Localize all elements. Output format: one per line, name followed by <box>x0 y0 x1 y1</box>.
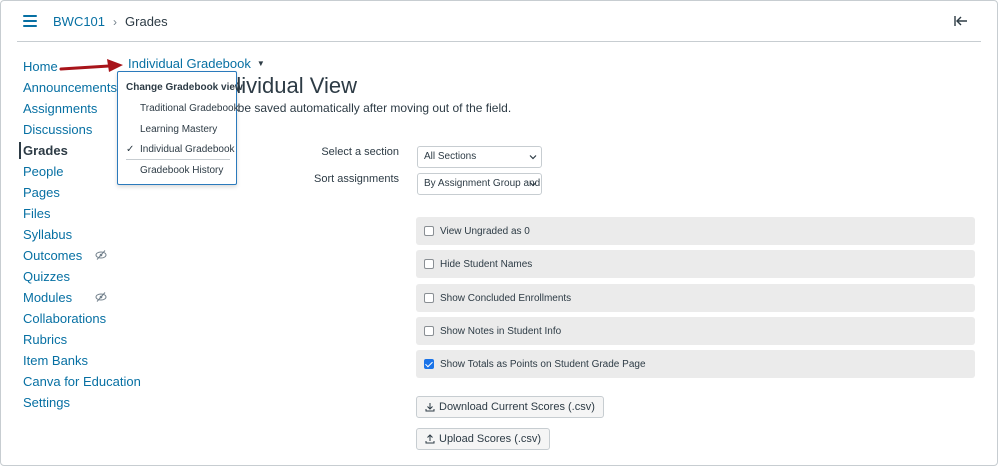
sidebar-item-label: Home <box>23 59 58 74</box>
upload-icon <box>425 434 435 444</box>
page-description-text: ll be saved automatically after moving o… <box>229 101 512 115</box>
dropdown-heading: Change Gradebook view <box>126 82 243 93</box>
collapse-panel-icon[interactable] <box>953 13 969 29</box>
sidebar-item-announcements[interactable]: Announcements <box>1 77 117 98</box>
sidebar-item-label: People <box>23 164 64 179</box>
download-scores-button[interactable]: Download Current Scores (.csv) <box>416 396 604 418</box>
option-label: Show Notes in Student Info <box>440 325 562 337</box>
eye-slash-icon <box>95 292 107 302</box>
view-ungraded-checkbox[interactable] <box>424 226 434 236</box>
option-row: Show Notes in Student Info <box>416 317 975 345</box>
upload-button-label: Upload Scores (.csv) <box>439 433 542 445</box>
gradebook-view-dropdown: Change Gradebook view Traditional Gradeb… <box>117 71 243 185</box>
option-row: Show Totals as Points on Student Grade P… <box>416 350 975 378</box>
header-divider <box>17 41 981 42</box>
sidebar-item-label: Announcements <box>23 80 117 95</box>
sidebar-item-label: Item Banks <box>23 353 89 368</box>
top-header: BWC101 › Grades <box>1 1 997 42</box>
breadcrumb: BWC101 › Grades <box>53 14 168 29</box>
sidebar-item-label: Collaborations <box>23 311 107 326</box>
option-row: View Ungraded as 0 <box>416 217 975 245</box>
sidebar-item-assignments[interactable]: Assignments <box>1 98 116 119</box>
breadcrumb-current: Grades <box>125 14 168 29</box>
app-window: BWC101 › Grades Home Announcements Assig… <box>0 0 998 466</box>
section-select[interactable]: All Sections <box>417 146 542 168</box>
sidebar-item-label: Settings <box>23 395 70 410</box>
sidebar-item-grades[interactable]: Grades <box>1 140 116 161</box>
sidebar-item-quizzes[interactable]: Quizzes <box>1 266 116 287</box>
section-select-value: All Sections <box>424 151 477 162</box>
checkmark-icon: ✓ <box>126 144 135 155</box>
gradebook-menu-label: Individual Gradebook <box>128 56 251 71</box>
sidebar-item-rubrics[interactable]: Rubrics <box>1 329 116 350</box>
section-select-label: Select a section <box>321 146 399 158</box>
sidebar-item-pages[interactable]: Pages <box>1 182 116 203</box>
sidebar-item-label: Files <box>23 206 51 221</box>
dropdown-divider <box>126 159 230 160</box>
download-button-label: Download Current Scores (.csv) <box>439 401 595 413</box>
breadcrumb-course-link[interactable]: BWC101 <box>53 14 105 29</box>
sidebar-item-canva[interactable]: Canva for Education <box>1 371 141 392</box>
sidebar-item-people[interactable]: People <box>1 161 116 182</box>
sidebar-item-label: Discussions <box>23 122 93 137</box>
sidebar-item-modules[interactable]: Modules <box>1 287 116 308</box>
option-label: Show Concluded Enrollments <box>440 292 572 304</box>
sidebar-item-label: Rubrics <box>23 332 68 347</box>
sidebar-item-label: Syllabus <box>23 227 73 242</box>
option-row: Hide Student Names <box>416 250 975 278</box>
course-nav: Home Announcements Assignments Discussio… <box>1 56 141 413</box>
upload-scores-button[interactable]: Upload Scores (.csv) <box>416 428 551 450</box>
gradebook-menu-button[interactable]: Individual Gradebook ▼ <box>128 56 265 71</box>
sidebar-item-discussions[interactable]: Discussions <box>1 119 116 140</box>
option-label: Hide Student Names <box>440 258 533 270</box>
chevron-down-icon <box>529 155 537 160</box>
show-notes-checkbox[interactable] <box>424 326 434 336</box>
dropdown-item-individual[interactable]: Individual Gradebook <box>140 144 235 155</box>
dropdown-item-history[interactable]: Gradebook History <box>140 165 223 176</box>
sidebar-item-label: Assignments <box>23 101 98 116</box>
eye-slash-icon <box>95 250 107 260</box>
option-row: Show Concluded Enrollments <box>416 284 975 312</box>
sidebar-item-label: Grades <box>23 143 68 158</box>
sort-assignments-select[interactable]: By Assignment Group and Po <box>417 173 542 195</box>
hide-student-names-checkbox[interactable] <box>424 259 434 269</box>
sidebar-item-files[interactable]: Files <box>1 203 116 224</box>
show-totals-points-checkbox[interactable] <box>424 359 434 369</box>
option-label: Show Totals as Points on Student Grade P… <box>440 358 646 370</box>
annotation-arrow-icon <box>59 59 123 72</box>
dropdown-item-learning-mastery[interactable]: Learning Mastery <box>140 124 217 135</box>
sort-select-label: Sort assignments <box>314 173 399 185</box>
sidebar-item-outcomes[interactable]: Outcomes <box>1 245 116 266</box>
show-concluded-checkbox[interactable] <box>424 293 434 303</box>
page-title-text: dividual View <box>229 73 358 98</box>
download-icon <box>425 403 435 412</box>
breadcrumb-separator: › <box>113 14 118 29</box>
sort-select-value: By Assignment Group and Po <box>424 178 541 189</box>
option-label: View Ungraded as 0 <box>440 225 530 237</box>
sidebar-item-label: Pages <box>23 185 60 200</box>
sidebar-item-label: Canva for Education <box>23 374 141 389</box>
sidebar-item-label: Outcomes <box>23 248 83 263</box>
hamburger-menu-icon[interactable] <box>23 15 37 27</box>
sidebar-item-collaborations[interactable]: Collaborations <box>1 308 116 329</box>
sidebar-item-settings[interactable]: Settings <box>1 392 116 413</box>
sidebar-item-syllabus[interactable]: Syllabus <box>1 224 116 245</box>
sidebar-item-label: Modules <box>23 290 73 305</box>
chevron-down-icon <box>529 182 537 187</box>
sidebar-item-label: Quizzes <box>23 269 70 284</box>
caret-down-icon: ▼ <box>256 59 265 68</box>
sidebar-item-item-banks[interactable]: Item Banks <box>1 350 116 371</box>
dropdown-item-traditional[interactable]: Traditional Gradebook <box>140 103 239 114</box>
